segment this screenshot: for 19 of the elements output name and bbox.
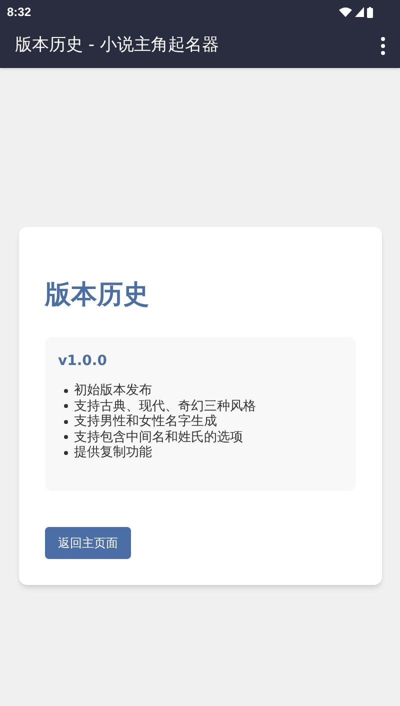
wifi-icon (339, 7, 352, 17)
app-title: 版本历史 - 小说主角起名器 (15, 34, 219, 58)
change-item: 支持古典、现代、奇幻三种风格 (74, 398, 256, 414)
bullet-icon (64, 388, 68, 393)
card-title: 版本历史 (45, 279, 150, 312)
back-home-button[interactable]: 返回主页面 (45, 526, 131, 558)
bullet-icon (64, 450, 68, 455)
change-item: 提供复制功能 (74, 445, 152, 460)
change-item: 支持男性和女性名字生成 (74, 414, 217, 430)
bullet-icon (64, 404, 68, 408)
battery-icon (367, 6, 373, 18)
signal-icon (355, 7, 364, 17)
change-item: 初始版本发布 (74, 383, 152, 398)
change-item: 支持包含中间名和姓氏的选项 (74, 430, 243, 445)
bullet-icon (64, 435, 68, 440)
version-number: v1.0.0 (58, 352, 108, 371)
status-time: 8:32 (7, 4, 32, 21)
bullet-icon (64, 420, 68, 424)
more-options-icon[interactable] (380, 36, 386, 56)
